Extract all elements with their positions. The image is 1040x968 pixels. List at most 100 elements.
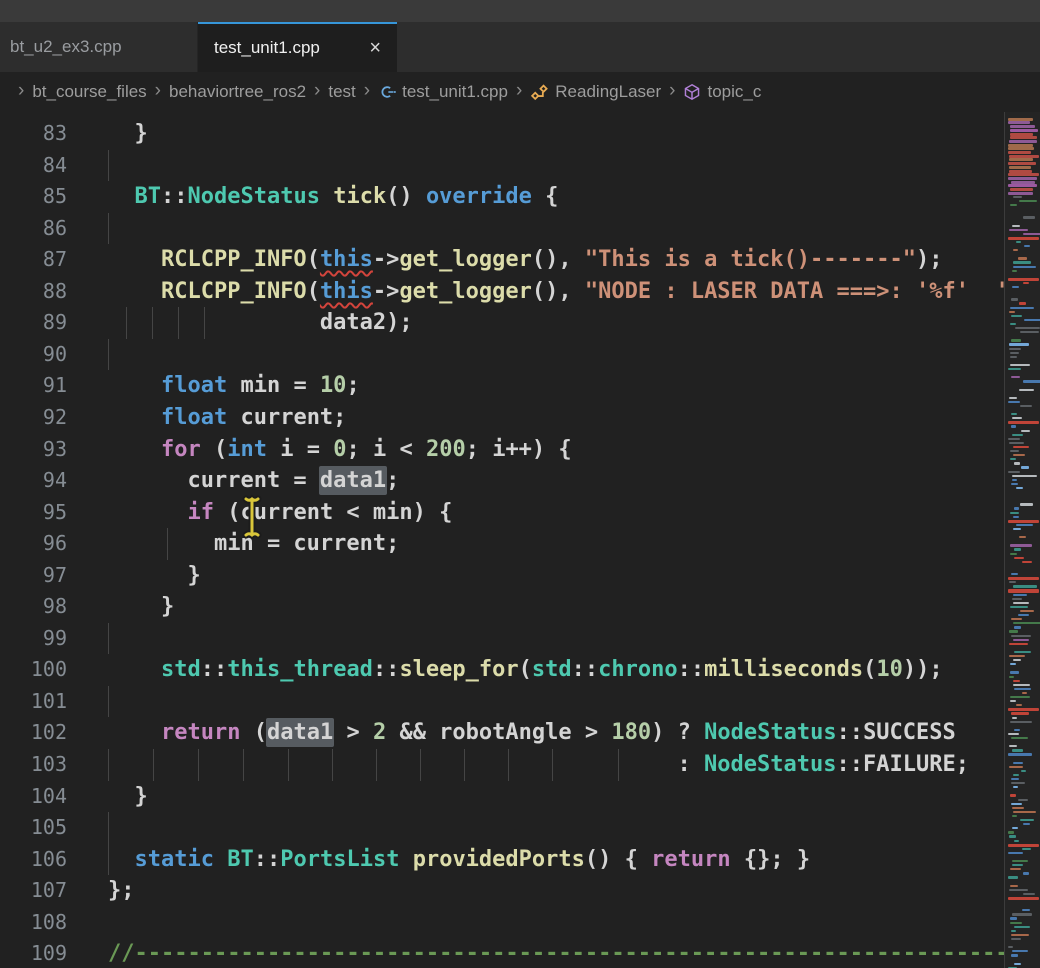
line-number: 90 xyxy=(0,339,67,371)
minimap-row xyxy=(1023,823,1030,825)
tab-bt-u2-ex3[interactable]: bt_u2_ex3.cpp xyxy=(0,22,198,72)
minimap-row xyxy=(1012,717,1017,719)
minimap-row xyxy=(1010,450,1019,452)
code-token: {}; } xyxy=(731,847,810,872)
minimap-row xyxy=(1009,170,1032,173)
code-editor[interactable]: 82 ");83 }8485 BT::NodeStatus tick() ove… xyxy=(0,112,1004,968)
code-line[interactable]: 99 xyxy=(0,623,1004,655)
minimap-row xyxy=(1024,245,1030,247)
code-token: ) ? xyxy=(651,720,704,745)
minimap-row xyxy=(1008,192,1032,195)
indent-guide xyxy=(198,749,199,781)
minimap-row xyxy=(1010,512,1019,514)
minimap-row xyxy=(1011,425,1016,427)
line-number: 84 xyxy=(0,150,67,182)
code-line[interactable]: 92 float current; xyxy=(0,402,1004,434)
code-line[interactable]: 88 RCLCPP_INFO(this->get_logger(), "NODE… xyxy=(0,276,1004,308)
code-line[interactable]: 87 RCLCPP_INFO(this->get_logger(), "This… xyxy=(0,244,1004,276)
code-line[interactable]: 83 } xyxy=(0,118,1004,150)
indent-guide xyxy=(108,812,109,844)
code-line-text: return (data1 > 2 && robotAngle > 180) ?… xyxy=(108,717,956,749)
code-line[interactable]: 85 BT::NodeStatus tick() override { xyxy=(0,181,1004,213)
code-line[interactable]: 100 std::this_thread::sleep_for(std::chr… xyxy=(0,654,1004,686)
code-token xyxy=(108,405,161,430)
code-token: //--------------------------------------… xyxy=(108,941,1004,966)
minimap-row xyxy=(1013,249,1018,251)
code-token xyxy=(108,847,135,872)
breadcrumb-item-bt-course-files[interactable]: bt_course_files xyxy=(32,82,146,102)
indent-guide xyxy=(167,528,168,560)
code-line[interactable]: 84 xyxy=(0,150,1004,182)
minimap-row xyxy=(1010,721,1032,723)
code-line[interactable]: 94 current = data1; xyxy=(0,465,1004,497)
code-token: ( xyxy=(201,437,228,462)
code-line[interactable]: 89 data2); xyxy=(0,307,1004,339)
code-token xyxy=(108,720,161,745)
minimap-row xyxy=(1011,938,1021,940)
code-line[interactable]: 95 if (current < min) { xyxy=(0,497,1004,529)
code-line[interactable]: 104 } xyxy=(0,781,1004,813)
code-line[interactable]: 86 xyxy=(0,213,1004,245)
code-line[interactable]: 109//-----------------------------------… xyxy=(0,938,1004,968)
breadcrumb-item-readinglaser[interactable]: ReadingLaser xyxy=(530,82,661,102)
code-line[interactable]: 105 xyxy=(0,812,1004,844)
code-line[interactable]: 93 for (int i = 0; i < 200; i++) { xyxy=(0,434,1004,466)
code-token: ; i < xyxy=(346,437,425,462)
indent-guide xyxy=(464,749,465,781)
code-token: 10 xyxy=(876,657,903,682)
breadcrumb-item-test[interactable]: test xyxy=(328,82,355,102)
minimap-row xyxy=(1018,257,1027,259)
minimap-row xyxy=(1009,630,1018,632)
minimap-row xyxy=(1011,618,1023,620)
minimap-row xyxy=(1013,622,1040,624)
minimap-row xyxy=(1010,917,1016,919)
breadcrumb-item-test-unit1[interactable]: test_unit1.cpp xyxy=(378,82,508,102)
minimap-row xyxy=(1012,807,1024,809)
code-line[interactable]: 98 } xyxy=(0,591,1004,623)
code-token: :: xyxy=(254,847,281,872)
code-line[interactable]: 96 min = current; xyxy=(0,528,1004,560)
code-line[interactable]: 91 float min = 10; xyxy=(0,370,1004,402)
code-line[interactable]: 101 xyxy=(0,686,1004,718)
minimap-row xyxy=(1016,704,1021,706)
minimap-row xyxy=(1009,643,1028,645)
tab-test-unit1[interactable]: test_unit1.cpp × xyxy=(198,22,397,72)
line-number: 83 xyxy=(0,118,67,150)
minimap-row xyxy=(1015,327,1040,329)
minimap[interactable] xyxy=(1004,112,1040,968)
code-line[interactable]: 90 xyxy=(0,339,1004,371)
minimap-row xyxy=(1008,173,1038,176)
indent-guide xyxy=(508,749,509,781)
minimap-row xyxy=(1008,708,1039,711)
minimap-row xyxy=(1012,913,1032,915)
code-line-text: } xyxy=(108,781,148,813)
close-icon[interactable]: × xyxy=(369,38,381,58)
minimap-row xyxy=(1010,129,1038,132)
code-token: 200 xyxy=(426,437,466,462)
minimap-row xyxy=(1014,626,1021,628)
minimap-row xyxy=(1013,811,1036,813)
minimap-row xyxy=(1014,840,1019,842)
code-line[interactable]: 97 } xyxy=(0,560,1004,592)
minimap-row xyxy=(1009,889,1027,891)
code-line[interactable]: 103 : NodeStatus::FAILURE; xyxy=(0,749,1004,781)
breadcrumb-item-topic-callback[interactable]: topic_c xyxy=(683,82,761,102)
minimap-row xyxy=(1012,286,1019,288)
minimap-row xyxy=(1019,302,1026,304)
minimap-row xyxy=(1013,594,1028,596)
minimap-row xyxy=(1024,319,1040,321)
code-line[interactable]: 107}; xyxy=(0,875,1004,907)
minimap-row xyxy=(1012,827,1018,829)
code-token: :: xyxy=(161,184,188,209)
minimap-row xyxy=(1008,162,1036,165)
minimap-row xyxy=(1009,158,1033,161)
code-token: if xyxy=(187,500,214,525)
minimap-row xyxy=(1019,200,1037,202)
code-line[interactable]: 102 return (data1 > 2 && robotAngle > 18… xyxy=(0,717,1004,749)
code-token: NodeStatus xyxy=(704,720,836,745)
breadcrumb-item-behaviortree-ros2[interactable]: behaviortree_ros2 xyxy=(169,82,306,102)
code-line[interactable]: 106 static BT::PortsList providedPorts()… xyxy=(0,844,1004,876)
minimap-row xyxy=(1023,893,1035,895)
code-line-text: BT::NodeStatus tick() override { xyxy=(108,181,558,213)
code-line[interactable]: 108 xyxy=(0,907,1004,939)
